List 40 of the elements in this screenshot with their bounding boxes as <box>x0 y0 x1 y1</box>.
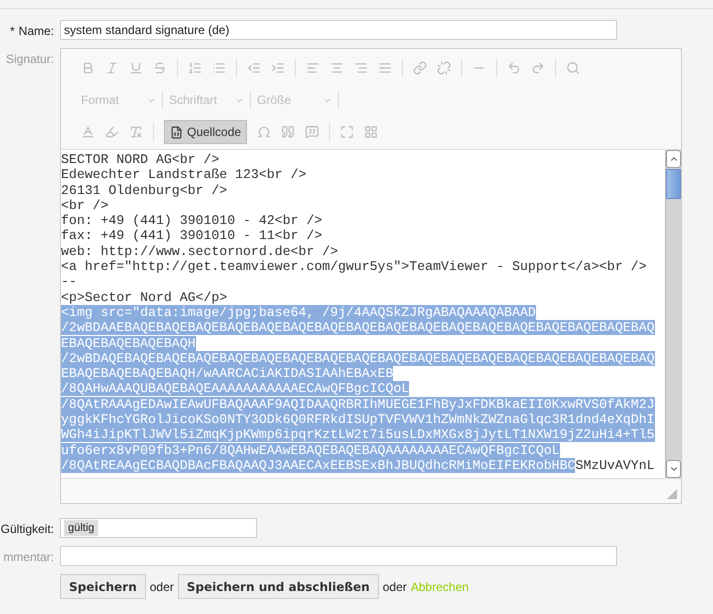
code-text: -- <box>61 274 77 290</box>
code-text: WGh4iJipKTlJWVl5iZmqKjpKWmp6ipqrKztLW2t7i5usLDxMXGx8jJytLT1NXW19jZ2uHi4+Tl5 <box>61 427 655 442</box>
code-text: fon: +49 (441) 3901010 - 42<br /> <box>61 213 322 228</box>
code-text: /8QAtRAAAgEDAwIEAwUFBAQAAAF9AQIDAAQRBRIhMUEGE1FhByJxFDKBkaEII0KxwRVS0fAkM2J <box>61 396 655 412</box>
scrollbar[interactable] <box>665 150 681 478</box>
save-and-close-button[interactable]: Speichern und abschließen <box>178 574 379 599</box>
scroll-up-icon[interactable] <box>666 150 681 168</box>
code-text: SMzUvAVYnL <box>575 458 655 473</box>
save-button[interactable]: Speichern <box>60 574 146 599</box>
code-text: EBAQEBAQEBAQEBAQH <box>61 336 196 351</box>
validity-tag[interactable]: gültig <box>64 520 98 536</box>
scroll-down-icon[interactable] <box>666 460 681 478</box>
code-text: EBAQEBAQEBAQEBAQH/wAARCACiAKIDASIAAhEBAxEB <box>61 366 394 382</box>
or-text: oder <box>150 580 174 594</box>
code-text: web: http://www.sectornord.de<br /> <box>61 244 338 259</box>
code-text: <img src="data:image/jpg;base64, /9j/4AAQSkZJRgABAQAAAQABAAD <box>61 304 536 320</box>
scroll-thumb[interactable] <box>666 169 681 199</box>
code-text: Edewechter Landstraße 123<br /> <box>61 167 306 182</box>
code-text: <a href="http://get.teamviewer.com/gwur5ys">TeamViewer - Support</a><br /> <box>61 259 647 274</box>
code-text: yggkKFhcYGRolJicoKSo0NTY3ODk6Q0RFRkdISUpTVFVWV1hZWmNkZWZnaGlqc3R1dnd4eXqDhI <box>61 412 655 428</box>
field-label: mmentar: <box>3 550 54 564</box>
resize-grip-icon[interactable] <box>667 489 677 499</box>
code-text: /2wBDAAEBAQEBAQEBAQEBAQEBAQEBAQEBAQEBAQEBAQEBAQEBAQEBAQEBAQEBAQEBAQEBAQEBAQ <box>61 320 655 336</box>
comment-input[interactable] <box>60 546 617 566</box>
code-text: SECTOR NORD AG<br /> <box>61 152 220 167</box>
code-text: /8QAtREAAgECBAQDBAcFBAQAAQJ3AAECAxEEBSExBhJBUQdhcRMiMoEIFEKRobHBC <box>61 458 576 473</box>
name-input[interactable]: system standard signature (de) <box>60 20 617 40</box>
field-label: * Name: <box>10 24 54 38</box>
code-text: ufo6erx8vP09fb3+Pn6/8QAHwEAAwEBAQEBAQEBAQAAAAAAAAECAwQFBgcICQoL <box>61 442 560 458</box>
code-file-icon <box>170 126 183 138</box>
code-text: /8QAHwAAAQUBAQEBAQEAAAAAAAAAAAECAwQFBgcICQoL <box>61 381 410 396</box>
code-text: <br /> <box>61 198 108 213</box>
code-text: 26131 Oldenburg<br /> <box>61 182 228 198</box>
field-label: Gültigkeit: <box>0 522 54 536</box>
code-text: <p>Sector Nord AG</p> <box>61 290 228 305</box>
validity-field[interactable]: gültig <box>60 518 257 538</box>
field-label: Signatur: <box>6 52 54 66</box>
code-text: fax: +49 (441) 3901010 - 11<br /> <box>61 228 322 244</box>
or-text: oder <box>382 580 407 594</box>
code-text: /2wBDAQEBAQEBAQEBAQEBAQEBAQEBAQEBAQEBAQEBAQEBAQEBAQEBAQEBAQEBAQEBAQEBAQEBAQ <box>61 350 655 366</box>
